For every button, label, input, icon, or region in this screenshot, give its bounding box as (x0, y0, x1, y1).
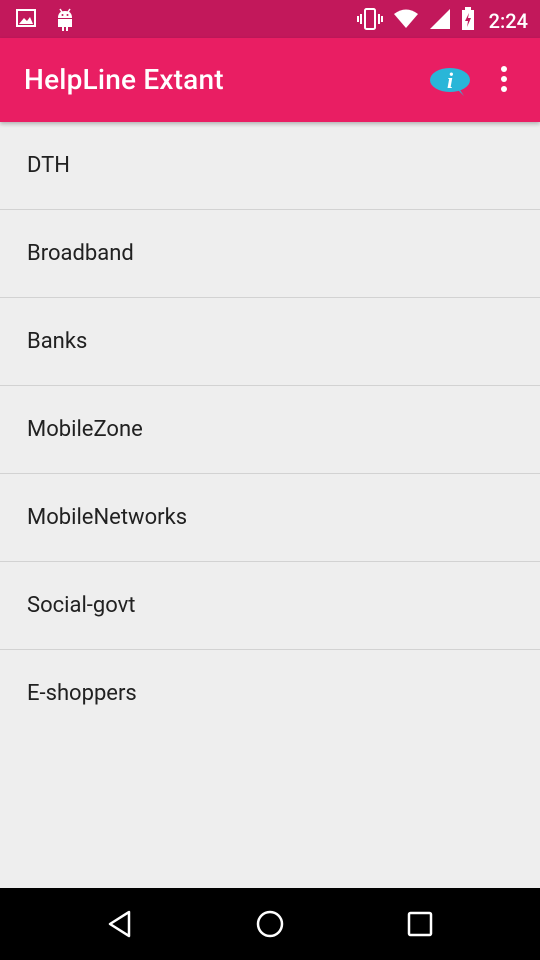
app-title: HelpLine Extant (24, 63, 224, 96)
app-bar: HelpLine Extant i (0, 38, 540, 122)
image-icon (16, 8, 36, 36)
status-time: 2:24 (488, 9, 528, 33)
info-icon: i (428, 68, 472, 104)
list-item-label: MobileZone (27, 417, 143, 442)
list-item-label: Social-govt (27, 593, 136, 618)
recents-icon (404, 911, 436, 944)
list-item-label: Broadband (27, 241, 134, 266)
list-item-dth[interactable]: DTH (0, 122, 540, 210)
wifi-icon (393, 9, 419, 33)
android-icon (54, 8, 76, 36)
battery-charging-icon (461, 7, 475, 35)
category-list: DTH Broadband Banks MobileZone MobileNet… (0, 122, 540, 737)
overflow-menu-icon (490, 66, 518, 100)
vibrate-icon (356, 8, 383, 34)
signal-icon (429, 8, 451, 34)
list-item-mobilezone[interactable]: MobileZone (0, 386, 540, 474)
list-item-label: MobileNetworks (27, 505, 188, 530)
svg-text:i: i (447, 68, 454, 93)
back-button[interactable] (104, 908, 136, 940)
overflow-menu-button[interactable] (490, 64, 518, 96)
list-item-label: E-shoppers (27, 681, 137, 706)
recents-button[interactable] (404, 908, 436, 940)
list-item-mobilenetworks[interactable]: MobileNetworks (0, 474, 540, 562)
status-bar: 2:24 (0, 0, 540, 38)
list-item-label: Banks (27, 329, 88, 354)
list-item-banks[interactable]: Banks (0, 298, 540, 386)
back-icon (104, 910, 136, 944)
info-button[interactable]: i (428, 62, 472, 100)
navigation-bar (0, 888, 540, 960)
home-button[interactable] (254, 908, 286, 940)
list-item-e-shoppers[interactable]: E-shoppers (0, 650, 540, 737)
list-item-social-govt[interactable]: Social-govt (0, 562, 540, 650)
list-item-label: DTH (27, 153, 70, 178)
home-icon (254, 910, 286, 944)
list-item-broadband[interactable]: Broadband (0, 210, 540, 298)
